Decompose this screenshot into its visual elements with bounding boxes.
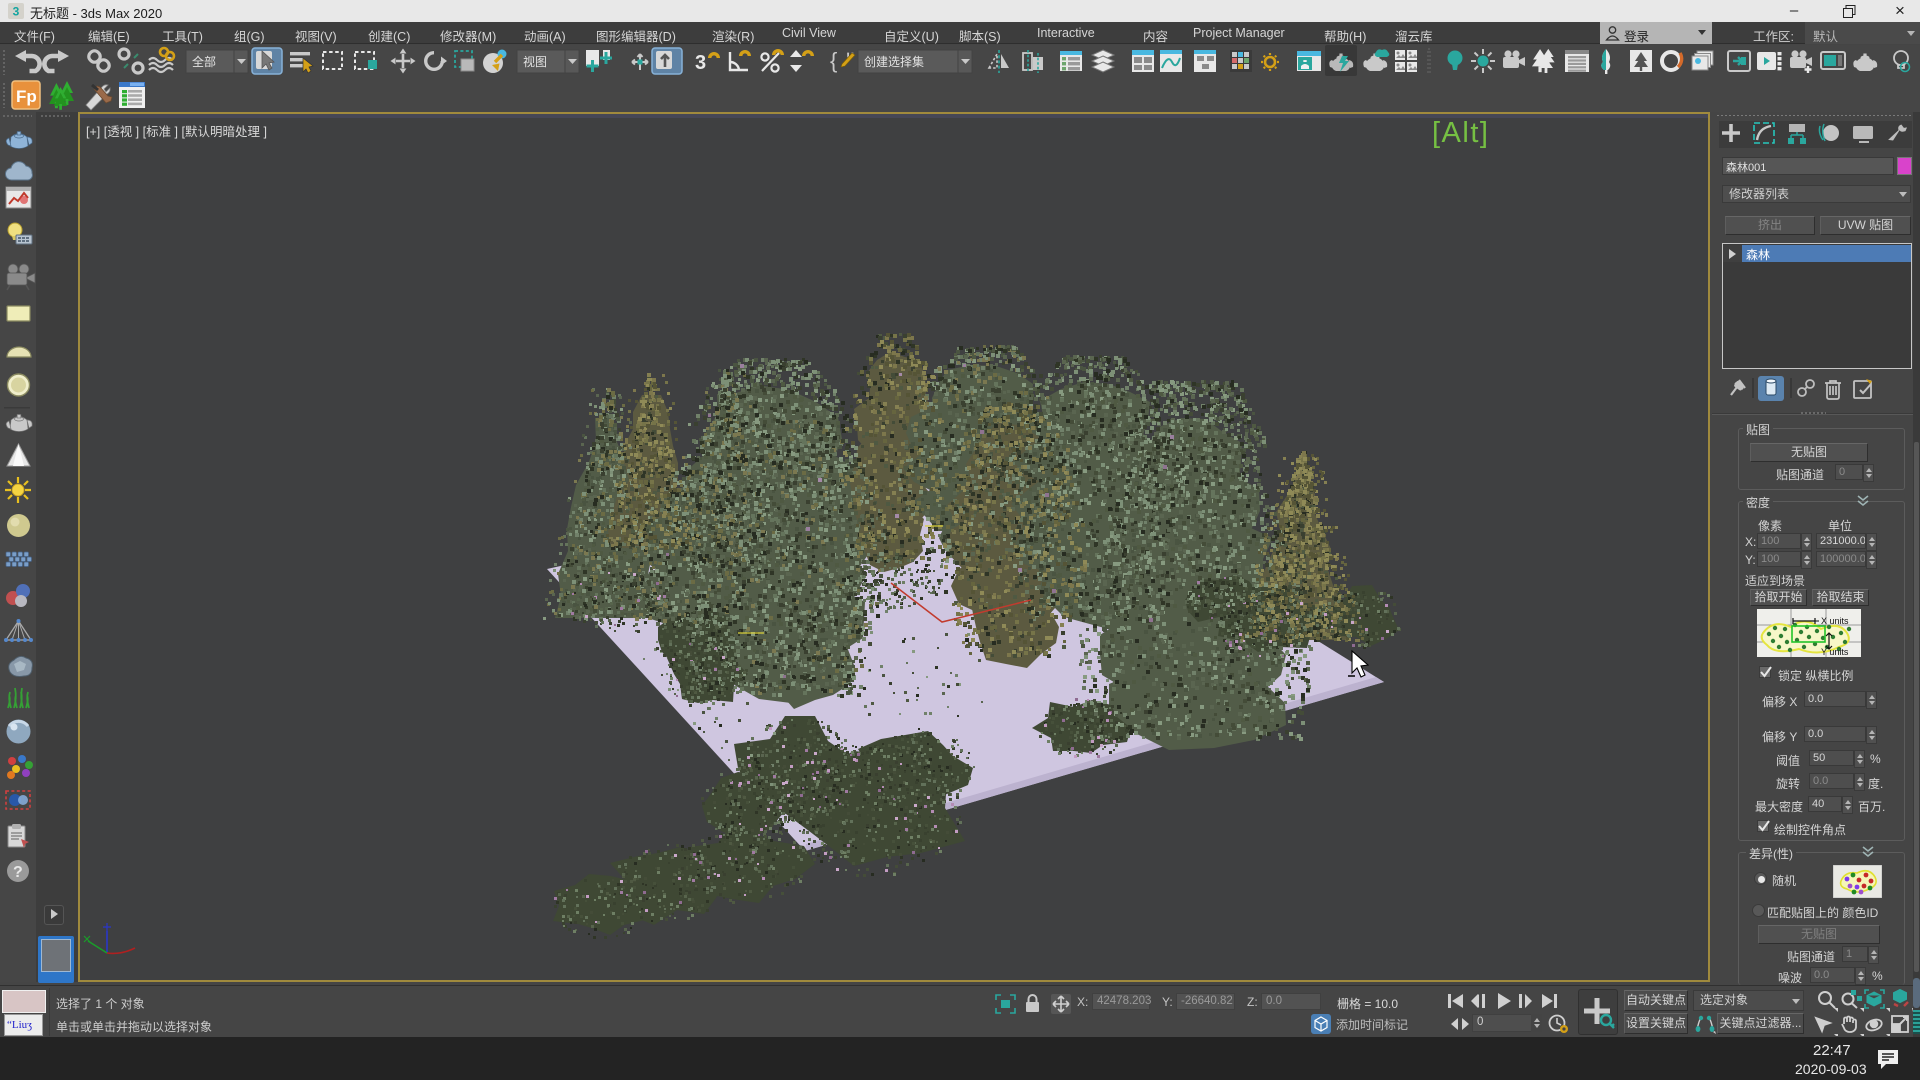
svg-text:3: 3 [695, 52, 706, 74]
svg-text:Y units: Y units [1821, 647, 1849, 657]
svg-text:3: 3 [13, 5, 20, 19]
svg-text:视图: 视图 [523, 54, 547, 69]
svg-text:{: { [830, 48, 837, 73]
svg-text:全部: 全部 [192, 54, 216, 69]
svg-text:创建选择集: 创建选择集 [864, 54, 924, 69]
svg-text:X units: X units [1821, 616, 1849, 626]
svg-text:Fp: Fp [16, 87, 37, 106]
svg-text:?: ? [13, 864, 23, 881]
